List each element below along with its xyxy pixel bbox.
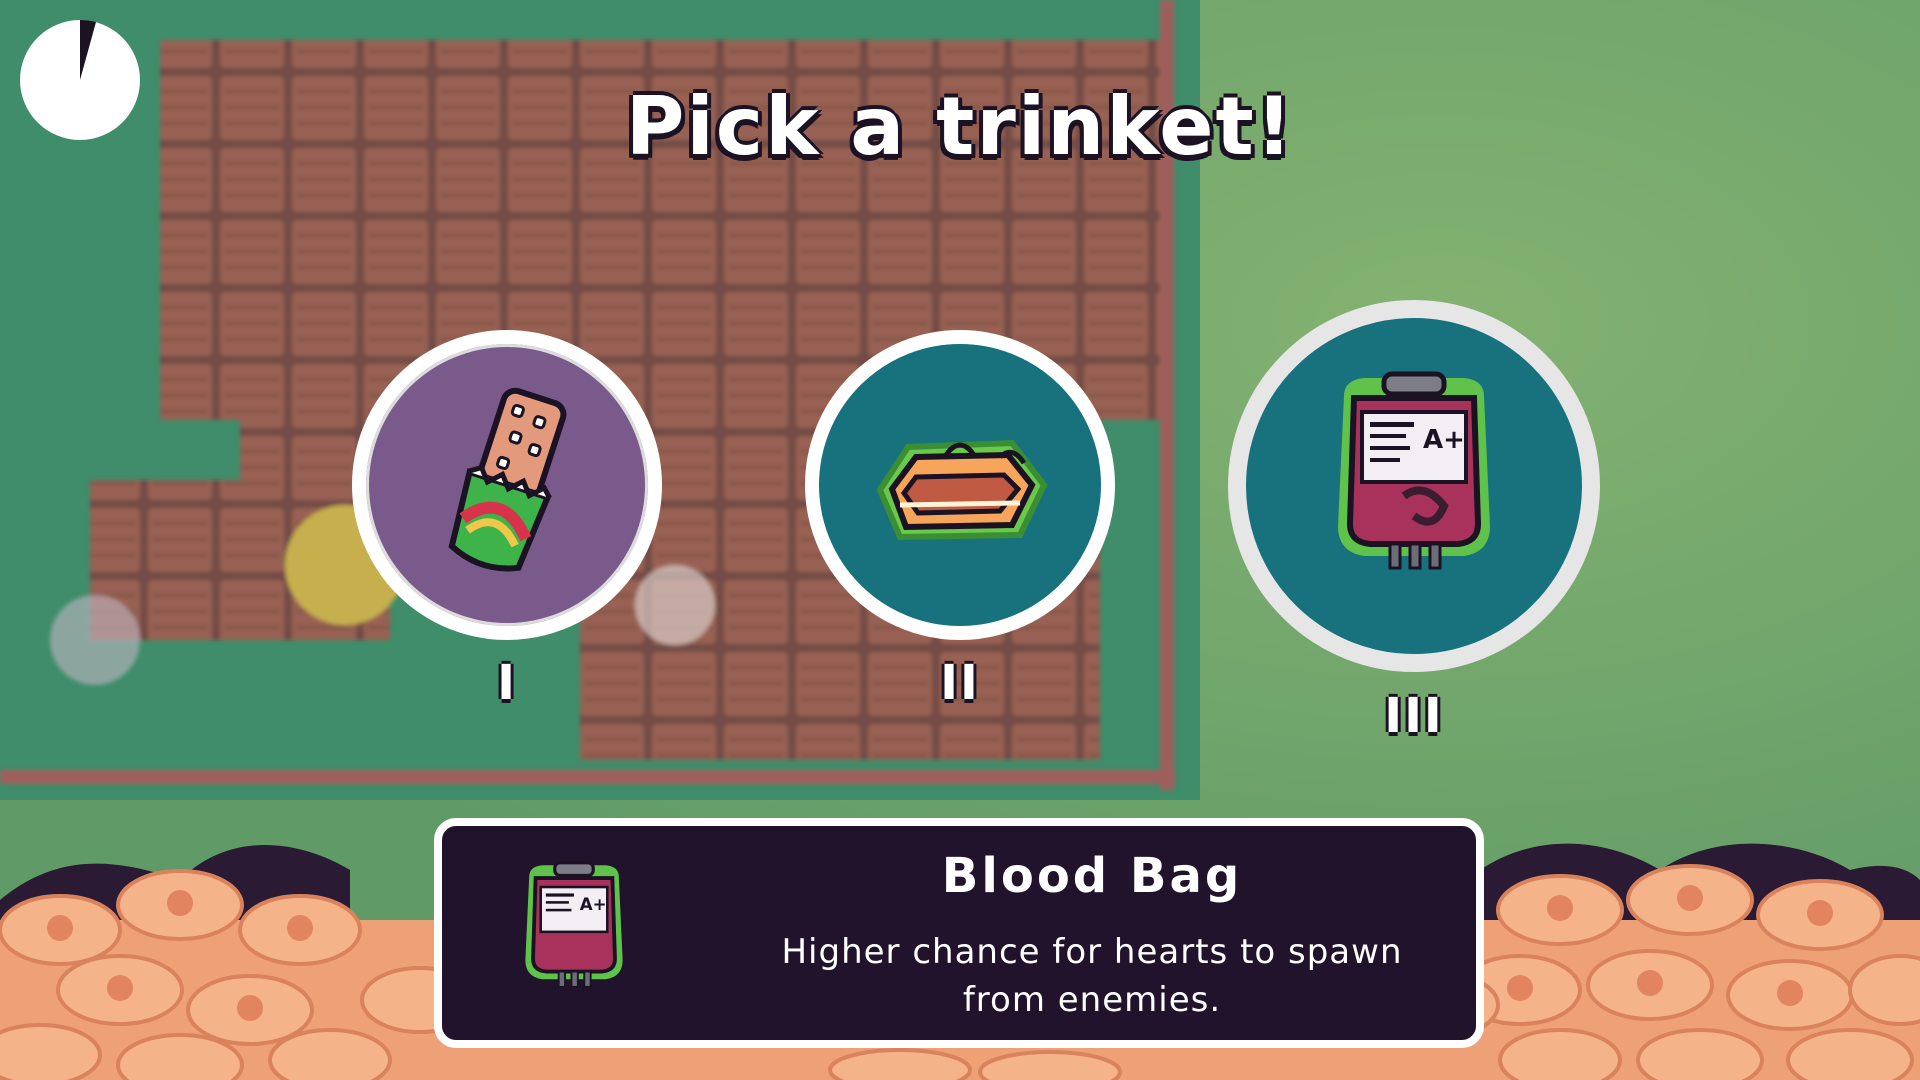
svg-text:A+: A+ [580, 895, 607, 914]
svg-text:A+: A+ [1423, 425, 1465, 455]
blood-bag-icon: A+ [1338, 371, 1490, 570]
trinket-slot-1[interactable]: I [352, 330, 662, 711]
trinket-description: Higher chance for hearts to spawn from e… [781, 932, 1403, 1020]
candy-bar-icon [448, 387, 567, 572]
trinket-numeral: I [497, 655, 517, 711]
blood-bag-icon: A+ [525, 861, 623, 988]
trinket-numeral: III [1384, 688, 1444, 744]
trinket-info-panel: A+ Blood Bag Higher chance for hearts to… [434, 818, 1484, 1048]
screen-title: Pick a trinket! [625, 80, 1295, 173]
trinket-numeral: II [940, 655, 980, 711]
trinket-name: Blood Bag [941, 848, 1243, 904]
trinket-slot-3-selected[interactable]: A+ III [1228, 300, 1600, 750]
trinket-slot-2[interactable]: II [805, 330, 1115, 711]
inflatable-raft-icon [876, 439, 1048, 541]
